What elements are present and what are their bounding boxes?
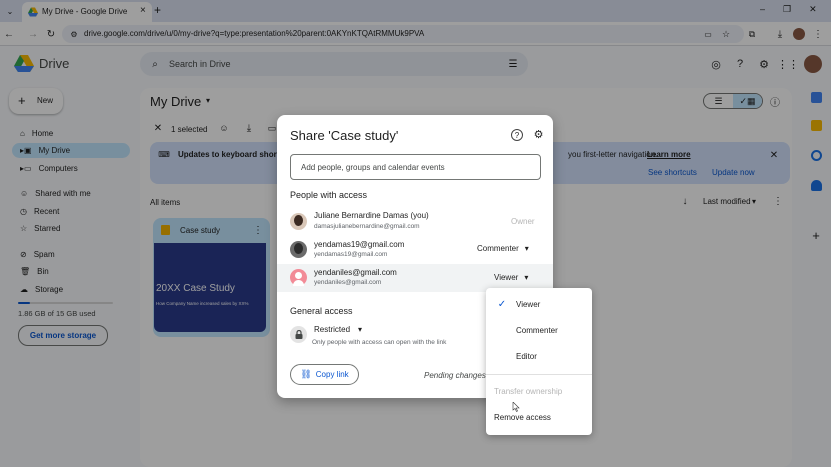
menu-item-commenter[interactable]: Commenter bbox=[486, 319, 592, 341]
person-avatar bbox=[290, 213, 307, 230]
person-email: yendaniles@gmail.com bbox=[314, 279, 382, 286]
share-dialog-title: Share 'Case study' bbox=[290, 128, 399, 143]
mouse-cursor-icon bbox=[512, 402, 520, 412]
menu-item-viewer[interactable]: ✓ Viewer bbox=[486, 293, 592, 315]
menu-item-label: Transfer ownership bbox=[494, 387, 563, 396]
dialog-help-icon[interactable]: ? bbox=[511, 129, 523, 141]
role-label: Commenter bbox=[477, 244, 519, 253]
restricted-description: Only people with access can open with th… bbox=[312, 339, 447, 346]
copy-link-label: Copy link bbox=[315, 370, 349, 379]
restricted-label: Restricted bbox=[314, 325, 351, 334]
menu-item-label: Remove access bbox=[494, 413, 551, 422]
person-email: damasjulianebernardine@gmail.com bbox=[314, 223, 420, 230]
role-label: Viewer bbox=[494, 273, 519, 282]
add-people-input[interactable]: Add people, groups and calendar events bbox=[290, 154, 541, 180]
menu-item-label: Editor bbox=[516, 352, 537, 361]
menu-divider bbox=[486, 374, 592, 375]
menu-item-editor[interactable]: Editor bbox=[486, 345, 592, 367]
add-people-placeholder: Add people, groups and calendar events bbox=[301, 162, 445, 172]
person-name: yendamas19@gmail.com bbox=[314, 240, 405, 249]
people-with-access-heading: People with access bbox=[290, 190, 368, 200]
role-dropdown-commenter[interactable]: Commenter ▾ bbox=[477, 244, 529, 253]
chevron-down-icon: ▾ bbox=[524, 273, 529, 282]
person-avatar bbox=[290, 241, 307, 258]
menu-item-transfer-ownership: Transfer ownership bbox=[486, 380, 592, 402]
chevron-down-icon: ▾ bbox=[524, 244, 529, 253]
person-name: yendaniles@gmail.com bbox=[314, 268, 397, 277]
role-dropdown-viewer[interactable]: Viewer ▾ bbox=[494, 273, 528, 282]
copy-link-button[interactable]: ⛓ Copy link bbox=[290, 364, 359, 385]
person-name: Juliane Bernardine Damas (you) bbox=[314, 211, 429, 220]
menu-item-remove-access[interactable]: Remove access bbox=[486, 406, 592, 428]
general-access-heading: General access bbox=[290, 306, 353, 316]
menu-item-label: Commenter bbox=[516, 326, 558, 335]
lock-icon bbox=[290, 326, 307, 343]
person-email: yendamas19@gmail.com bbox=[314, 251, 388, 258]
link-icon: ⛓ bbox=[300, 369, 312, 379]
menu-item-label: Viewer bbox=[516, 300, 541, 309]
chevron-down-icon: ▾ bbox=[358, 325, 363, 334]
dialog-settings-icon[interactable]: ⚙ bbox=[532, 128, 545, 141]
general-access-dropdown[interactable]: Restricted ▾ bbox=[314, 325, 362, 334]
role-owner-label: Owner bbox=[511, 217, 535, 226]
check-icon: ✓ bbox=[497, 298, 507, 310]
pending-changes-text: Pending changes bbox=[424, 371, 486, 380]
person-avatar bbox=[290, 269, 307, 286]
